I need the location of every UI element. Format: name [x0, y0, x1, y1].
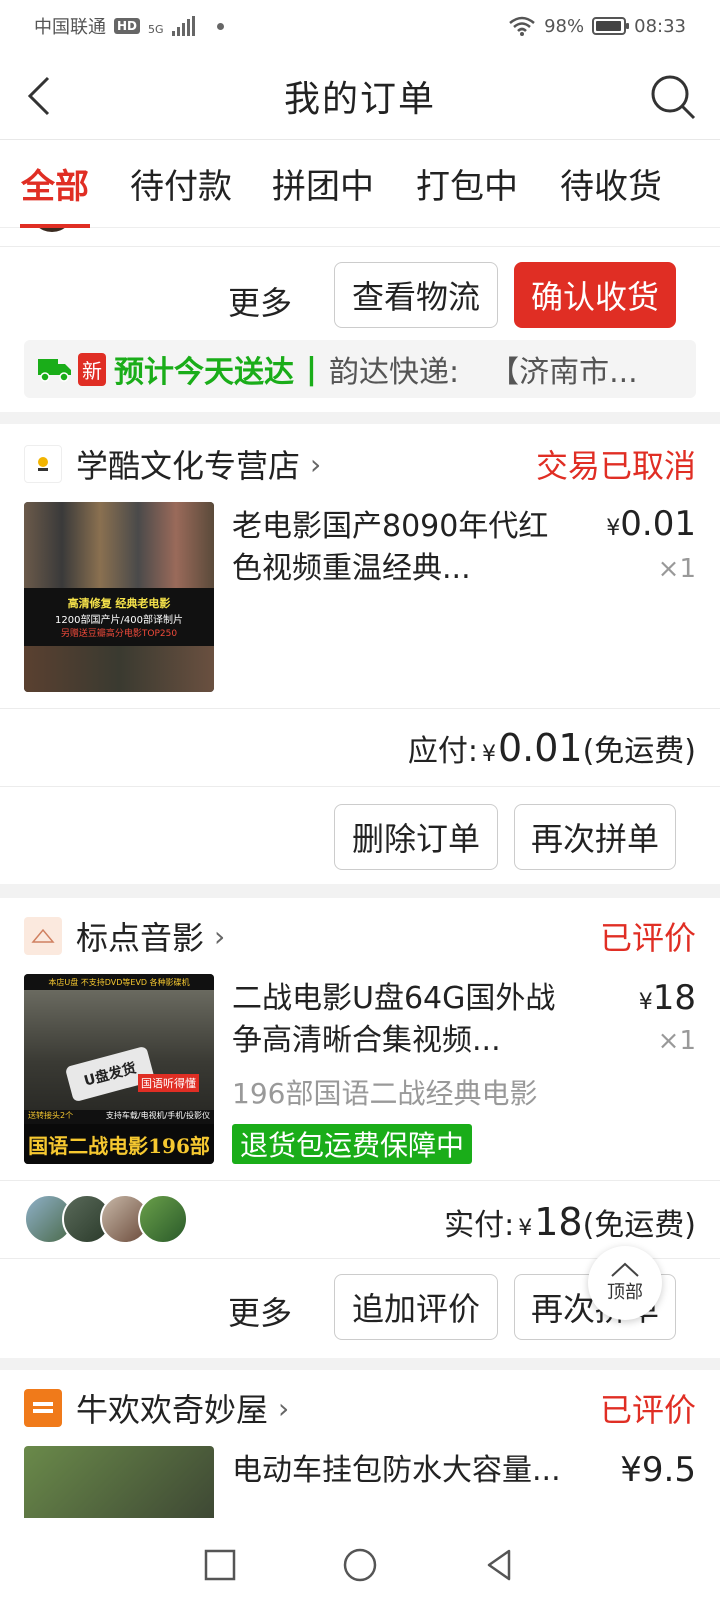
product-quantity: ×1: [657, 554, 696, 584]
signal-icon: [171, 16, 195, 36]
shop-name[interactable]: 牛欢欢奇妙屋: [76, 1385, 268, 1431]
chevron-right-icon[interactable]: ›: [278, 1392, 289, 1425]
page-title: 我的订单: [283, 78, 436, 120]
thumb-big-text: 国语二战电影196部: [24, 1124, 214, 1164]
new-badge: 新: [78, 352, 106, 386]
more-button[interactable]: 更多: [228, 278, 292, 324]
home-icon[interactable]: [342, 1547, 378, 1583]
clock: 08:33: [634, 15, 686, 37]
shop-header[interactable]: 牛欢欢奇妙屋 › 已评价: [24, 1385, 696, 1431]
wifi-icon: [509, 16, 535, 36]
product-title[interactable]: 二战电影U盘64G国外战争高清晰合集视频...: [232, 978, 572, 1062]
tab-pending-receipt[interactable]: 待收货: [560, 140, 662, 228]
avatar: [30, 228, 74, 232]
thumb-banner: 本店U盘 不支持DVD等EVD 各种影碟机: [24, 974, 214, 990]
product-quantity: ×1: [657, 1026, 696, 1056]
chevron-right-icon[interactable]: ›: [214, 920, 225, 953]
tab-all[interactable]: 全部: [20, 140, 90, 228]
product-title[interactable]: 老电影国产8090年代红色视频重温经典...: [232, 506, 572, 590]
order-card: 学酷文化专营店 › 交易已取消 高清修复 经典老电影 1200部国产片/400部…: [0, 424, 720, 884]
shop-logo: [24, 1389, 62, 1427]
delivery-eta: 预计今天送达: [114, 355, 294, 390]
reorder-button[interactable]: 再次拼单: [514, 804, 676, 870]
add-review-button[interactable]: 追加评价: [334, 1274, 498, 1340]
avatar: [138, 1194, 188, 1244]
more-button[interactable]: 更多: [228, 1288, 292, 1334]
notification-dot-icon: [216, 22, 224, 30]
shop-name[interactable]: 标点音影: [76, 913, 204, 959]
thumb-lang: 国语听得懂: [138, 1074, 199, 1092]
order-card: 牛欢欢奇妙屋 › 已评价 电动车挂包防水大容量... ¥9.5: [0, 1370, 720, 1518]
chevron-up-icon: [611, 1262, 639, 1277]
shop-header[interactable]: 学酷文化专营店 › 交易已取消: [24, 441, 696, 487]
carrier-name: 中国联通: [34, 17, 106, 38]
shop-logo: [24, 917, 62, 955]
system-nav-bar: [0, 1518, 720, 1612]
delete-order-button[interactable]: 删除订单: [334, 804, 498, 870]
status-bar: 中国联通 HD 5G 98% 08:33: [0, 0, 720, 52]
battery-percent: 98%: [544, 15, 585, 37]
group-avatars: [24, 1194, 188, 1244]
product-image[interactable]: [24, 1446, 214, 1518]
payment-summary: 实付: ¥18 (免运费): [444, 1200, 696, 1244]
app-header: 我的订单: [0, 52, 720, 140]
shop-logo: [24, 445, 62, 483]
truck-icon: [38, 359, 71, 382]
return-shipping-badge: 退货包运费保障中: [232, 1124, 473, 1164]
order-tabs: 全部 待付款 拼团中 打包中 待收货: [0, 140, 720, 228]
back-to-top-button[interactable]: 顶部: [588, 1246, 662, 1320]
logistics-banner[interactable]: 新 预计今天送达 | 韵达快递: 【济南市...: [24, 340, 696, 398]
back-icon[interactable]: [483, 1548, 517, 1582]
product-price: ¥18: [638, 978, 696, 1018]
battery-icon: [592, 17, 630, 35]
tab-pending-payment[interactable]: 待付款: [130, 140, 232, 228]
product-image[interactable]: 高清修复 经典老电影 1200部国产片/400部译制片 另赠送豆瓣高分电影TOP…: [24, 502, 214, 692]
search-icon[interactable]: [648, 72, 698, 122]
courier-name: 韵达快递:: [328, 355, 460, 390]
thumb-text-line2: 1200部国产片/400部译制片: [55, 615, 183, 626]
hd-badge: HD: [114, 18, 141, 34]
thumb-text-line3: 另赠送豆瓣高分电影TOP250: [60, 629, 178, 639]
tab-group-buying[interactable]: 拼团中: [272, 140, 374, 228]
thumb-gift: 送转接头2个: [28, 1111, 74, 1120]
product-price: ¥9.5: [620, 1450, 696, 1490]
thumb-text-line1: 高清修复 经典老电影: [67, 597, 171, 610]
chevron-right-icon[interactable]: ›: [310, 448, 321, 481]
product-image[interactable]: 本店U盘 不支持DVD等EVD 各种影碟机 U盘发货 国语听得懂 送转接头2个 …: [24, 974, 214, 1164]
payment-summary: 应付: ¥0.01 (免运费): [407, 726, 696, 770]
order-card: 更多 查看物流 确认收货 新 预计今天送达 | 韵达快递: 【济南市...: [0, 228, 720, 412]
order-status: 已评价: [599, 919, 696, 957]
order-status: 已评价: [599, 1391, 696, 1429]
product-title[interactable]: 电动车挂包防水大容量...: [232, 1450, 572, 1492]
view-logistics-button[interactable]: 查看物流: [334, 262, 498, 328]
shop-name[interactable]: 学酷文化专营店: [76, 441, 300, 487]
back-arrow-icon[interactable]: [22, 74, 66, 118]
product-spec: 196部国语二战经典电影: [232, 1077, 538, 1110]
confirm-receipt-button[interactable]: 确认收货: [514, 262, 676, 328]
order-list[interactable]: 更多 查看物流 确认收货 新 预计今天送达 | 韵达快递: 【济南市... 学酷…: [0, 228, 720, 1518]
tab-packing[interactable]: 打包中: [416, 140, 518, 228]
recent-apps-icon[interactable]: [203, 1548, 237, 1582]
shop-header[interactable]: 标点音影 › 已评价: [24, 913, 696, 959]
logistics-location: 【济南市...: [489, 355, 638, 390]
thumb-devices: 支持车载/电视机/手机/投影仪: [105, 1111, 210, 1120]
divider: |: [306, 351, 317, 387]
product-price: ¥0.01: [606, 504, 696, 544]
order-status: 交易已取消: [535, 447, 696, 485]
network-type: 5G: [148, 23, 164, 36]
